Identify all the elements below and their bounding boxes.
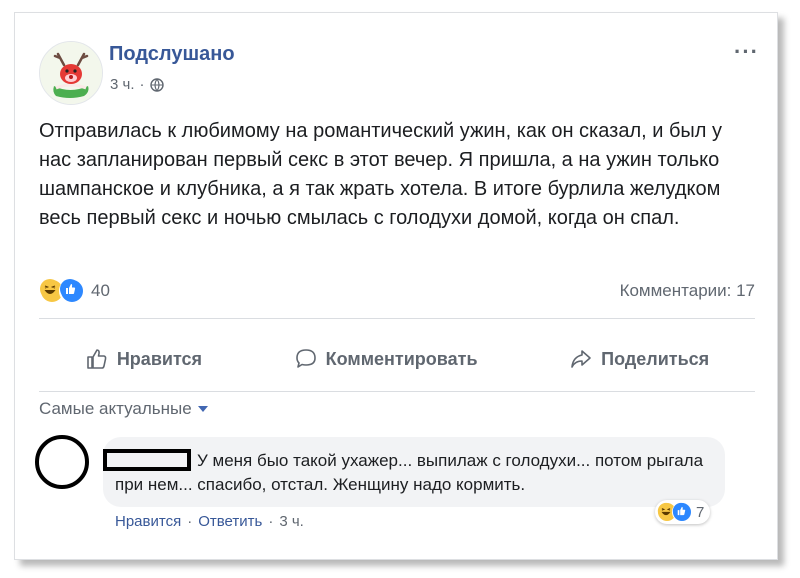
comment-dot: ·	[268, 513, 274, 530]
comment-time[interactable]: 3 ч.	[279, 513, 304, 530]
comments-count-link[interactable]: Комментарии: 17	[620, 281, 755, 301]
comment-button-label: Комментировать	[325, 348, 478, 369]
more-options-icon[interactable]: ···	[734, 39, 759, 65]
like-icon	[672, 502, 692, 522]
page-name[interactable]: Подслушано	[109, 43, 235, 66]
divider	[39, 391, 755, 392]
divider	[39, 318, 755, 319]
like-icon	[59, 278, 85, 304]
share-button-label: Поделиться	[601, 348, 710, 369]
caret-down-icon	[197, 406, 208, 412]
post-reactions[interactable]: 40	[39, 278, 110, 304]
comment-reactions-count: 7	[696, 503, 705, 521]
meta-separator: ·	[139, 76, 145, 93]
commenter-avatar[interactable]	[35, 435, 89, 489]
post-meta: 3 ч. ·	[110, 76, 164, 93]
comment-dot: ·	[187, 513, 193, 530]
globe-icon	[149, 77, 164, 92]
post-text: Отправилась к любимому на романтический …	[39, 120, 723, 229]
comment-like-link[interactable]: Нравится	[115, 513, 181, 530]
reactions-count: 40	[91, 281, 110, 300]
comment-reactions[interactable]: 7	[655, 500, 711, 524]
action-bar: Нравится Комментировать Поделиться	[39, 335, 755, 383]
comment-actions: Нравится · Ответить · 3 ч.	[115, 513, 304, 530]
reindeer-avatar-icon	[40, 42, 102, 104]
comment-text: У меня быо такой ухажер... выпилаж с гол…	[115, 451, 704, 494]
thumb-up-icon	[87, 349, 107, 369]
share-button[interactable]: Поделиться	[569, 347, 709, 371]
like-button[interactable]: Нравится	[85, 347, 202, 371]
sort-label: Самые актуальные	[39, 399, 192, 418]
comment-sort-dropdown[interactable]: Самые актуальные	[39, 399, 208, 419]
comment-reply-link[interactable]: Ответить	[198, 513, 262, 530]
like-button-label: Нравится	[116, 348, 203, 369]
post-time[interactable]: 3 ч.	[110, 76, 135, 93]
post-card: Подслушано 3 ч. · ··· Отправилась к люби…	[14, 12, 778, 560]
comment-button[interactable]: Комментировать	[294, 347, 478, 371]
share-icon	[571, 350, 591, 368]
comment-icon	[295, 349, 316, 368]
page-avatar[interactable]	[39, 41, 103, 105]
